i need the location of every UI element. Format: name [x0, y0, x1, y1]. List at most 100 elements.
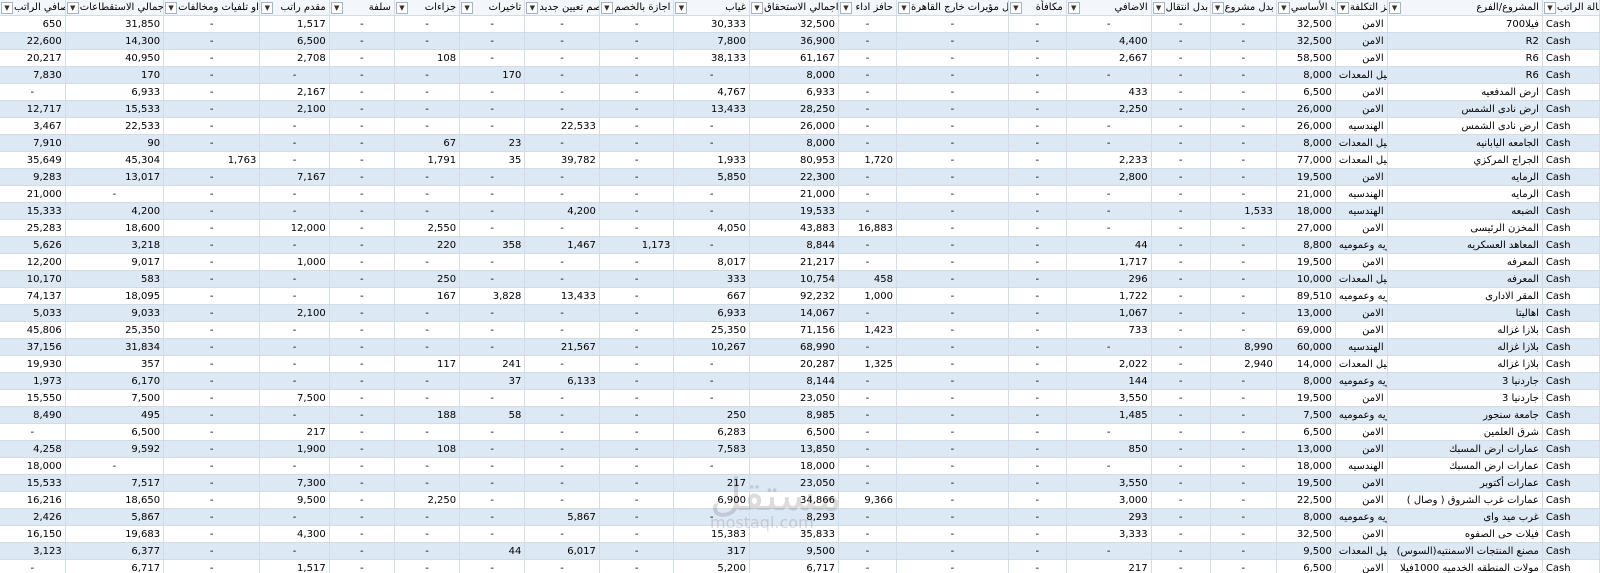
table-cell[interactable]: - — [329, 491, 395, 509]
table-cell[interactable]: - — [524, 406, 600, 424]
table-cell[interactable]: 18,095 — [65, 287, 165, 305]
table-cell[interactable]: ارض المدفعيه — [1387, 83, 1543, 101]
table-cell[interactable]: 35,649 — [0, 151, 66, 169]
column-header[interactable]: ▼حالة الراتب — [1542, 0, 1600, 16]
table-cell[interactable]: 23,050 — [749, 474, 840, 492]
table-cell[interactable]: - — [599, 219, 675, 237]
table-cell[interactable]: 108 — [394, 440, 461, 458]
column-header[interactable]: ▼ بدل انتقال — [1151, 0, 1211, 16]
table-cell[interactable]: - — [1008, 151, 1067, 169]
table-cell[interactable]: - — [459, 253, 526, 271]
table-cell[interactable]: - — [524, 253, 600, 271]
table-cell[interactable]: - — [1008, 423, 1067, 441]
table-cell[interactable]: 39,782 — [524, 151, 600, 169]
table-cell[interactable]: 8,000 — [1276, 134, 1336, 152]
table-cell[interactable]: - — [1008, 168, 1067, 186]
table-cell[interactable]: 3,828 — [459, 287, 526, 305]
table-cell[interactable]: 296 — [1066, 270, 1152, 288]
table-cell[interactable]: - — [394, 389, 461, 407]
table-cell[interactable]: الهندسيه — [1335, 202, 1388, 220]
table-cell[interactable]: - — [1066, 457, 1152, 475]
table-cell[interactable]: - — [896, 15, 1009, 33]
table-cell[interactable]: - — [1151, 202, 1211, 220]
table-cell[interactable]: 6,717 — [65, 559, 165, 573]
table-cell[interactable]: 4,050 — [673, 219, 750, 237]
table-cell[interactable]: 1,722 — [1066, 287, 1152, 305]
table-cell[interactable]: - — [896, 321, 1009, 339]
table-cell[interactable]: - — [524, 168, 600, 186]
table-cell[interactable]: - — [163, 355, 261, 373]
table-cell[interactable]: - — [1008, 559, 1067, 573]
table-cell[interactable]: المقر الادارى — [1387, 287, 1543, 305]
table-cell[interactable]: - — [329, 542, 395, 560]
table-cell[interactable]: بلازا غزاله — [1387, 338, 1543, 356]
table-cell[interactable]: 5,867 — [524, 508, 600, 526]
table-cell[interactable]: - — [1210, 423, 1277, 441]
table-cell[interactable]: 6,500 — [65, 423, 165, 441]
table-cell[interactable]: تشغيل المعدات — [1335, 355, 1388, 373]
table-cell[interactable]: - — [1151, 83, 1211, 101]
filter-dropdown-icon[interactable]: ▼ — [1, 2, 13, 14]
table-cell[interactable]: 170 — [459, 66, 526, 84]
table-cell[interactable]: عمارات غرب الشروق ( وصال ) — [1387, 491, 1543, 509]
table-cell[interactable]: - — [524, 49, 600, 67]
table-cell[interactable]: - — [896, 185, 1009, 203]
table-cell[interactable]: - — [599, 304, 675, 322]
table-cell[interactable]: ارض نادى الشمس — [1387, 117, 1543, 135]
table-cell[interactable]: - — [1210, 406, 1277, 424]
table-cell[interactable]: - — [896, 389, 1009, 407]
table-cell[interactable]: - — [673, 202, 750, 220]
table-cell[interactable]: - — [1008, 287, 1067, 305]
table-cell[interactable]: - — [259, 457, 330, 475]
table-cell[interactable]: 19,500 — [1276, 168, 1336, 186]
table-cell[interactable]: - — [259, 202, 330, 220]
table-cell[interactable]: - — [1066, 15, 1152, 33]
table-cell[interactable]: 34,866 — [749, 491, 840, 509]
table-cell[interactable]: 8,000 — [749, 66, 840, 84]
table-cell[interactable]: - — [1210, 304, 1277, 322]
table-cell[interactable]: مصنع المنتجات الاسمنتيه(السوس) — [1387, 542, 1543, 560]
table-cell[interactable]: الامن — [1335, 559, 1388, 573]
table-cell[interactable]: - — [163, 134, 261, 152]
table-cell[interactable]: - — [1151, 253, 1211, 271]
table-cell[interactable]: 7,517 — [65, 474, 165, 492]
table-cell[interactable]: - — [1008, 66, 1067, 84]
table-cell[interactable]: - — [599, 372, 675, 390]
table-cell[interactable]: 188 — [394, 406, 461, 424]
table-cell[interactable]: 293 — [1066, 508, 1152, 526]
table-cell[interactable]: 7,800 — [673, 32, 750, 50]
table-cell[interactable]: 217 — [1066, 559, 1152, 573]
table-cell[interactable]: الامن — [1335, 423, 1388, 441]
table-cell[interactable]: 733 — [1066, 321, 1152, 339]
table-cell[interactable]: 37 — [459, 372, 526, 390]
table-cell[interactable]: - — [524, 525, 600, 543]
table-cell[interactable]: 9,033 — [65, 304, 165, 322]
table-cell[interactable]: تشغيل المعدات — [1335, 66, 1388, 84]
table-cell[interactable]: 7,167 — [259, 168, 330, 186]
table-cell[interactable]: 8,490 — [0, 406, 66, 424]
table-cell[interactable]: 36,900 — [749, 32, 840, 50]
table-cell[interactable]: - — [524, 100, 600, 118]
table-cell[interactable]: - — [599, 321, 675, 339]
table-cell[interactable]: - — [1151, 491, 1211, 509]
table-cell[interactable]: - — [896, 525, 1009, 543]
table-cell[interactable]: - — [329, 168, 395, 186]
table-cell[interactable]: - — [1210, 168, 1277, 186]
table-cell[interactable]: - — [0, 423, 66, 441]
table-cell[interactable]: - — [1210, 372, 1277, 390]
table-cell[interactable]: 1,485 — [1066, 406, 1152, 424]
table-cell[interactable]: - — [1008, 491, 1067, 509]
table-cell[interactable]: - — [1066, 338, 1152, 356]
table-cell[interactable]: - — [599, 15, 675, 33]
table-cell[interactable]: R6 — [1387, 66, 1543, 84]
table-cell[interactable]: 20,287 — [749, 355, 840, 373]
filter-dropdown-icon[interactable]: ▼ — [675, 2, 688, 14]
table-cell[interactable]: - — [1008, 474, 1067, 492]
table-cell[interactable]: - — [1066, 219, 1152, 237]
table-cell[interactable]: 1,517 — [259, 15, 330, 33]
table-cell[interactable]: - — [163, 304, 261, 322]
table-cell[interactable]: 217 — [259, 423, 330, 441]
table-cell[interactable]: 45,304 — [65, 151, 165, 169]
table-cell[interactable]: 4,258 — [0, 440, 66, 458]
table-cell[interactable]: - — [1008, 253, 1067, 271]
